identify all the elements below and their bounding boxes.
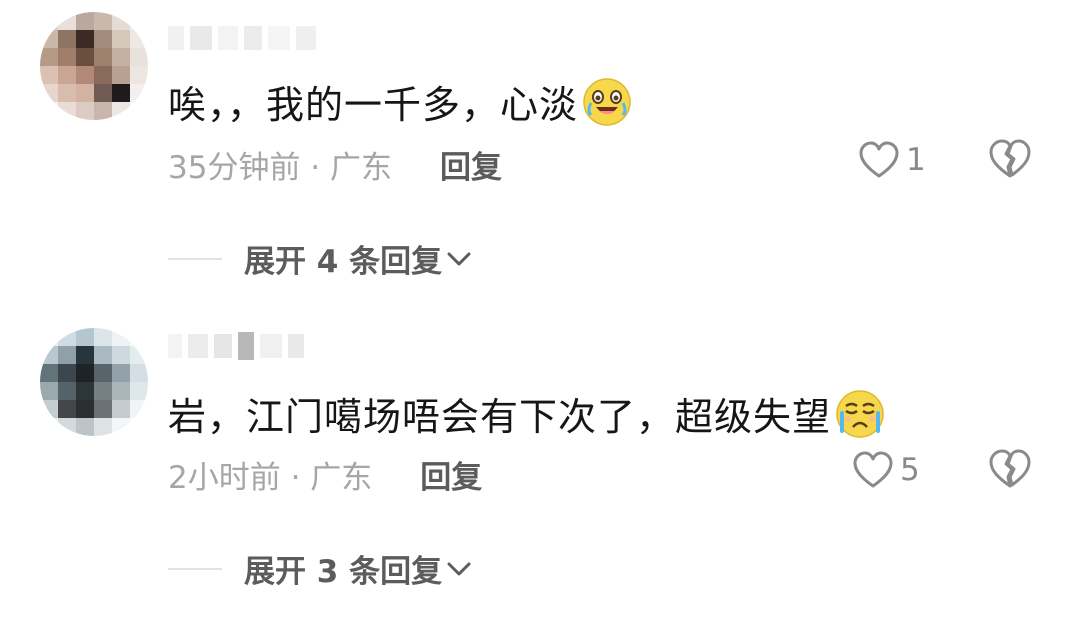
like-button[interactable]: 5	[852, 450, 920, 490]
dislike-button[interactable]	[988, 448, 1032, 494]
time-location: 2小时前 · 广东	[168, 460, 373, 496]
like-count: 5	[900, 452, 920, 488]
comment-item: 岩，江门噶场唔会有下次了，超级失望 2小时前 · 广东 回复 5 展开 3 条回…	[0, 310, 1080, 619]
comment-meta: 35分钟前 · 广东 回复	[168, 142, 502, 187]
like-count: 1	[906, 142, 926, 178]
reply-button[interactable]: 回复	[420, 452, 482, 497]
heart-outline-icon	[859, 141, 899, 178]
username-blurred[interactable]	[168, 328, 304, 364]
reply-button[interactable]: 回复	[440, 142, 502, 187]
comment-text: 唉，，我的一千多，心淡	[168, 74, 632, 129]
expand-label: 展开 4 条回复	[244, 244, 443, 280]
divider-line	[168, 257, 222, 260]
comment-meta: 2小时前 · 广东 回复	[168, 452, 482, 497]
expand-label: 展开 3 条回复	[244, 554, 443, 590]
heart-outline-icon	[853, 451, 893, 488]
comment-item: 唉，，我的一千多，心淡 35分钟前 · 广东 回复 1 展开 4 条回复	[0, 0, 1080, 310]
avatar[interactable]	[40, 12, 148, 120]
avatar[interactable]	[40, 328, 148, 436]
dislike-button[interactable]	[988, 138, 1032, 184]
like-button[interactable]: 1	[858, 140, 926, 180]
time-location: 35分钟前 · 广东	[168, 150, 393, 186]
username-blurred[interactable]	[168, 20, 316, 56]
broken-heart-icon	[989, 139, 1031, 178]
divider-line	[168, 567, 222, 570]
crying-emoji-icon	[835, 389, 885, 439]
expand-replies-button[interactable]: 展开 3 条回复	[168, 546, 472, 591]
broken-heart-icon	[989, 449, 1031, 488]
chevron-down-icon	[447, 252, 471, 265]
crying-laughing-emoji-icon	[582, 77, 632, 127]
chevron-down-icon	[447, 562, 471, 575]
expand-replies-button[interactable]: 展开 4 条回复	[168, 236, 472, 281]
comment-text: 岩，江门噶场唔会有下次了，超级失望	[168, 386, 885, 441]
